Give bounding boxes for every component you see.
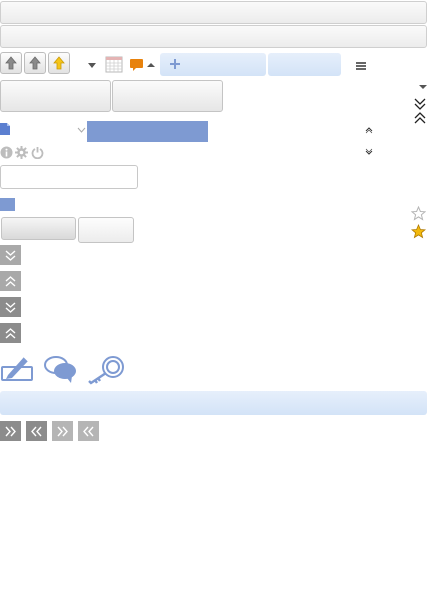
expand-up-tile[interactable] xyxy=(0,271,21,291)
prev-light-tile[interactable] xyxy=(78,421,99,441)
double-chevron-right-icon xyxy=(4,425,17,438)
menu-icon[interactable] xyxy=(355,61,367,71)
spinner-up-icon[interactable] xyxy=(365,126,373,134)
plus-icon xyxy=(168,57,182,71)
double-chevron-left-icon xyxy=(82,425,95,438)
caret-up-icon[interactable] xyxy=(146,61,156,69)
small-button-right[interactable] xyxy=(78,217,134,243)
selected-bar[interactable] xyxy=(87,121,208,142)
move-up-button[interactable] xyxy=(0,52,22,74)
add-button[interactable] xyxy=(160,53,266,76)
secondary-large-button[interactable] xyxy=(112,80,223,112)
small-button-left[interactable] xyxy=(1,217,76,240)
info-banner xyxy=(0,391,427,415)
primary-large-button[interactable] xyxy=(0,80,111,112)
star-empty-icon[interactable] xyxy=(411,206,426,221)
select-chevron-icon[interactable] xyxy=(77,127,86,134)
edit-icon[interactable] xyxy=(0,353,34,383)
double-chevron-down-icon[interactable] xyxy=(413,97,427,111)
dropdown-arrow-icon[interactable] xyxy=(86,61,98,69)
color-swatch[interactable] xyxy=(0,198,15,211)
calendar-icon[interactable] xyxy=(105,56,123,73)
up-arrow-icon xyxy=(29,56,41,70)
next-light-tile[interactable] xyxy=(52,421,73,441)
double-chevron-up-icon[interactable] xyxy=(413,111,427,125)
up-arrow-yellow-icon xyxy=(53,56,65,70)
double-chevron-up-icon xyxy=(4,275,17,288)
next-tile[interactable] xyxy=(0,421,21,441)
gear-icon[interactable] xyxy=(15,146,28,159)
prev-tile[interactable] xyxy=(26,421,47,441)
expand-up-dark-tile[interactable] xyxy=(0,323,21,343)
caret-down-icon[interactable] xyxy=(418,83,427,91)
up-arrow-icon xyxy=(5,56,17,70)
spinner-down-icon[interactable] xyxy=(365,148,373,156)
collapse-down-dark-tile[interactable] xyxy=(0,297,21,317)
double-chevron-left-icon xyxy=(30,425,43,438)
collapse-down-tile[interactable] xyxy=(0,245,21,265)
key-icon[interactable] xyxy=(87,354,127,385)
double-chevron-right-icon xyxy=(56,425,69,438)
power-icon[interactable] xyxy=(31,146,44,159)
header-bar[interactable] xyxy=(0,1,427,24)
move-up-alt-button[interactable] xyxy=(24,52,46,74)
double-chevron-up-icon xyxy=(4,327,17,340)
parent-folder-button[interactable] xyxy=(48,52,70,74)
chat-icon[interactable] xyxy=(43,354,78,384)
blue-action-button[interactable] xyxy=(268,53,341,76)
subheader-bar[interactable] xyxy=(0,25,427,48)
double-chevron-down-icon xyxy=(4,249,17,262)
text-input[interactable] xyxy=(0,165,138,189)
double-chevron-down-icon xyxy=(4,301,17,314)
folder-icon[interactable] xyxy=(129,57,144,72)
star-filled-icon[interactable] xyxy=(411,224,426,239)
document-icon xyxy=(0,123,10,135)
info-icon[interactable] xyxy=(0,146,13,159)
